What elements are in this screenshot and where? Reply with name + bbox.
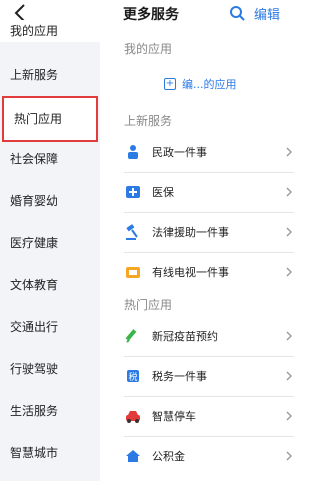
sidebar-item-health[interactable]: 医疗健康 bbox=[0, 222, 100, 264]
section-title-hot-apps: 热门应用 bbox=[124, 298, 173, 312]
sidebar-item-driving[interactable]: 行驶驾驶 bbox=[0, 348, 100, 390]
plus-icon: + bbox=[164, 78, 176, 90]
chevron-right-icon bbox=[286, 187, 292, 197]
car-icon bbox=[124, 407, 142, 425]
gavel-icon bbox=[124, 223, 142, 241]
service-label: 医保 bbox=[152, 186, 174, 199]
chevron-right-icon bbox=[286, 411, 292, 421]
sidebar-item-life-services[interactable]: 生活服务 bbox=[0, 390, 100, 432]
service-row-tax[interactable]: 税 税务一件事 bbox=[124, 356, 294, 396]
service-label: 公积金 bbox=[152, 450, 185, 463]
edit-my-apps-link[interactable]: + 编...的应用 bbox=[164, 76, 237, 92]
sidebar-item-new-services[interactable]: 上新服务 bbox=[0, 54, 100, 96]
housing-fund-icon bbox=[124, 447, 142, 465]
sidebar-item-hot-apps[interactable]: 热门应用 bbox=[2, 96, 98, 142]
service-row-vaccine[interactable]: 新冠疫苗预约 bbox=[124, 316, 294, 356]
service-row-housing-fund[interactable]: 公积金 bbox=[124, 436, 294, 476]
chevron-right-icon bbox=[286, 227, 292, 237]
vaccine-icon bbox=[124, 327, 142, 345]
service-label: 新冠疫苗预约 bbox=[152, 330, 218, 343]
service-row-legal-aid[interactable]: 法律援助一件事 bbox=[124, 212, 294, 252]
chevron-right-icon bbox=[286, 147, 292, 157]
tv-icon bbox=[124, 263, 142, 281]
service-label: 有线电视一件事 bbox=[152, 266, 229, 279]
edit-my-apps-label: 编...的应用 bbox=[182, 78, 237, 91]
category-sidebar: 我的应用 上新服务 热门应用 社会保障 婚育婴幼 医疗健康 文体教育 交通出行 … bbox=[0, 20, 100, 481]
sidebar-item-smart-city[interactable]: 智慧城市 bbox=[0, 432, 100, 474]
service-label: 税务一件事 bbox=[152, 370, 207, 383]
sidebar-item-transport[interactable]: 交通出行 bbox=[0, 306, 100, 348]
service-row-medical-insurance[interactable]: 医保 bbox=[124, 172, 294, 212]
edit-button[interactable]: 编辑 bbox=[254, 4, 280, 23]
search-icon[interactable] bbox=[228, 4, 246, 22]
tax-icon: 税 bbox=[124, 367, 142, 385]
chevron-right-icon bbox=[286, 371, 292, 381]
service-row-smart-parking[interactable]: 智慧停车 bbox=[124, 396, 294, 436]
sidebar-item-social-security[interactable]: 社会保障 bbox=[0, 138, 100, 180]
chevron-right-icon bbox=[286, 331, 292, 341]
section-title-new-services: 上新服务 bbox=[124, 114, 173, 128]
service-row-civil-affairs[interactable]: 民政一件事 bbox=[124, 132, 294, 172]
service-label: 法律援助一件事 bbox=[152, 226, 229, 239]
section-title-my-apps: 我的应用 bbox=[124, 42, 173, 56]
medical-insurance-icon bbox=[124, 183, 142, 201]
svg-text:税: 税 bbox=[128, 371, 137, 383]
sidebar-item-my-apps[interactable]: 我的应用 bbox=[0, 20, 100, 42]
chevron-right-icon bbox=[286, 451, 292, 461]
sidebar-item-marriage-infant[interactable]: 婚育婴幼 bbox=[0, 180, 100, 222]
sidebar-item-culture-education[interactable]: 文体教育 bbox=[0, 264, 100, 306]
chevron-right-icon bbox=[286, 267, 292, 277]
service-label: 智慧停车 bbox=[152, 410, 196, 423]
service-label: 民政一件事 bbox=[152, 146, 207, 159]
civil-affairs-icon bbox=[124, 143, 142, 161]
service-row-cable-tv[interactable]: 有线电视一件事 bbox=[124, 252, 294, 292]
main-content: 我的应用 + 编...的应用 上新服务 民政一件事 医保 法律援助一件事 有线电… bbox=[100, 28, 302, 481]
